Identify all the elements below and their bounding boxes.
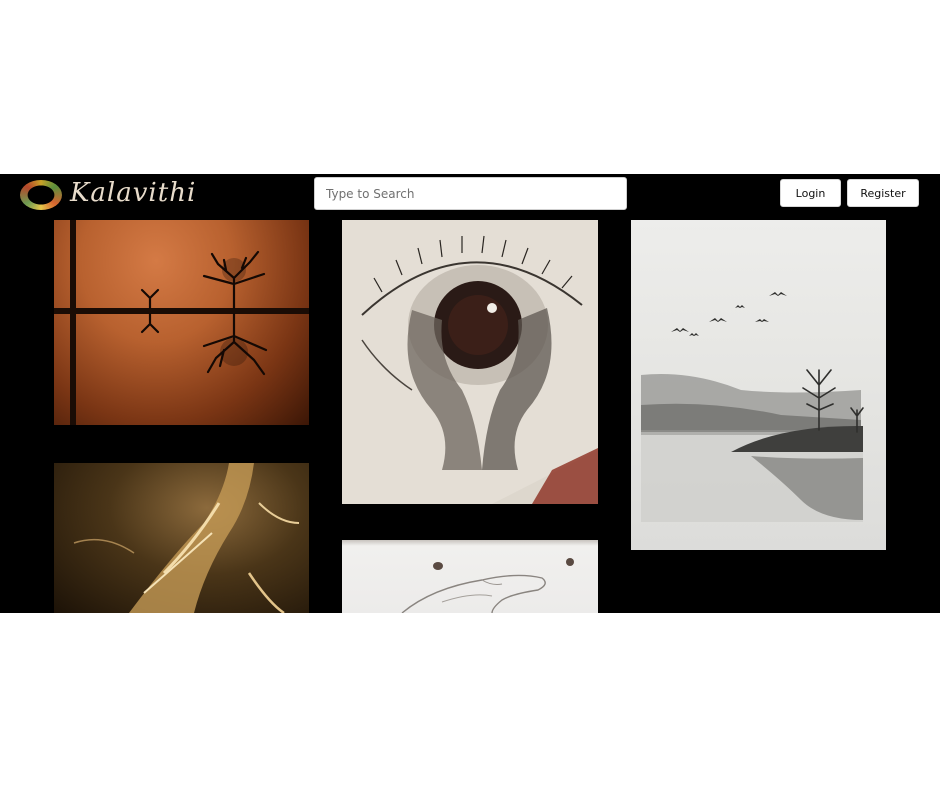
gallery-image-tree-silhouette[interactable] bbox=[54, 220, 309, 425]
gallery-image-eye-sketch[interactable] bbox=[342, 220, 598, 504]
login-button[interactable]: Login bbox=[780, 179, 841, 207]
tree-painting-art bbox=[54, 220, 309, 425]
search-input[interactable] bbox=[314, 177, 627, 210]
lake-landscape-art bbox=[641, 292, 864, 522]
app-frame: Kalavithi Login Register bbox=[0, 174, 940, 613]
gallery-image-misty-lake[interactable] bbox=[631, 220, 886, 550]
hand-sketch-art bbox=[401, 558, 574, 613]
logo[interactable]: Kalavithi bbox=[18, 178, 195, 212]
logo-wreath-icon bbox=[20, 180, 62, 210]
gallery-image-golden-figure[interactable] bbox=[54, 463, 309, 613]
logo-text: Kalavithi bbox=[70, 178, 197, 208]
header: Kalavithi Login Register bbox=[0, 174, 940, 214]
eye-sketch-art bbox=[342, 220, 598, 504]
gallery-image-hand-sketch[interactable] bbox=[342, 540, 598, 613]
register-button[interactable]: Register bbox=[847, 179, 919, 207]
golden-figure-art bbox=[73, 463, 300, 613]
